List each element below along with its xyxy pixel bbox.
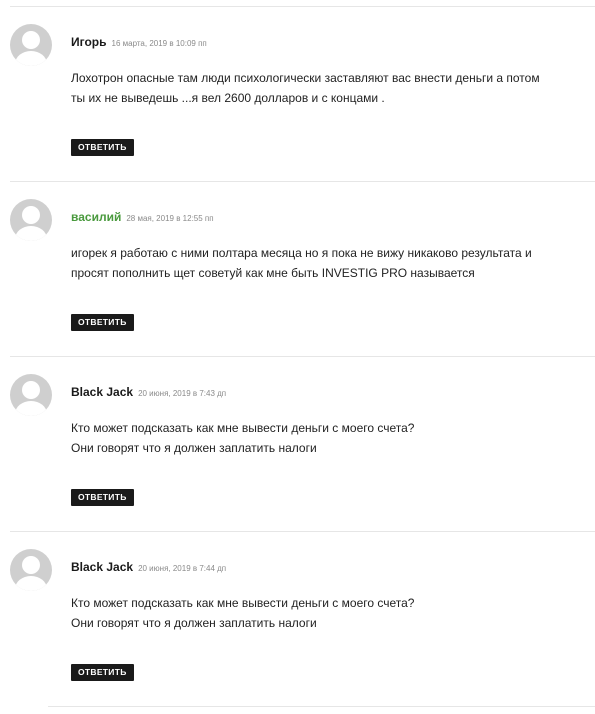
default-user-avatar-icon [15, 206, 47, 241]
comment-text-line: Кто может подсказать как мне вывести ден… [71, 421, 415, 435]
comment-date[interactable]: 28 мая, 2019 в 12:55 пп [126, 214, 213, 223]
comment-author: Игорь [71, 35, 107, 49]
comment-text-line: ты их не выведешь ...я вел 2600 долларов… [71, 91, 385, 105]
comment-divider [10, 181, 595, 182]
default-user-avatar-icon [15, 31, 47, 66]
avatar [10, 549, 52, 591]
comment-date[interactable]: 20 июня, 2019 в 7:43 дп [138, 389, 226, 398]
comment-date[interactable]: 16 марта, 2019 в 10:09 пп [112, 39, 207, 48]
comment-text-line: просят пополнить щет советуй как мне быт… [71, 266, 475, 280]
comment-text: Кто может подсказать как мне вывести ден… [71, 593, 581, 633]
comment-author: Black Jack [71, 385, 134, 399]
comment-item: Black Jack 20 июня, 2019 в 7:43 дп Кто мо… [0, 356, 595, 531]
comment-meta: василий 28 мая, 2019 в 12:55 пп [71, 208, 214, 226]
comment-text: Кто может подсказать как мне вывести ден… [71, 418, 581, 458]
avatar [10, 24, 52, 66]
comment-item: василий 28 мая, 2019 в 12:55 пп игорек я … [0, 181, 595, 356]
comment-item: Black Jack 20 июня, 2019 в 7:44 дп Кто мо… [0, 531, 595, 706]
comment-text: игорек я работаю с ними полтара месяца н… [71, 243, 581, 283]
comment-author-link[interactable]: василий [71, 210, 121, 224]
avatar [10, 374, 52, 416]
comment-text-line: Они говорят что я должен заплатить налог… [71, 441, 317, 455]
default-user-avatar-icon [15, 381, 47, 416]
comment-meta: Black Jack 20 июня, 2019 в 7:44 дп [71, 558, 226, 576]
comment-text-line: Лохотрон опасные там люди психологически… [71, 71, 540, 85]
reply-button[interactable]: ОТВЕТИТЬ [71, 664, 134, 681]
comment-meta: Black Jack 20 июня, 2019 в 7:43 дп [71, 383, 226, 401]
comment-divider [48, 706, 595, 707]
comment-divider [10, 531, 595, 532]
comment-text-line: Они говорят что я должен заплатить налог… [71, 616, 317, 630]
comment-author: Black Jack [71, 560, 134, 574]
comment-text-line: Кто может подсказать как мне вывести ден… [71, 596, 415, 610]
comment-text: Лохотрон опасные там люди психологически… [71, 68, 581, 108]
comment-meta: Игорь 16 марта, 2019 в 10:09 пп [71, 33, 207, 51]
comment-date[interactable]: 20 июня, 2019 в 7:44 дп [138, 564, 226, 573]
comment-divider [10, 356, 595, 357]
comment-text-line: игорек я работаю с ними полтара месяца н… [71, 246, 532, 260]
comment-item: Игорь 16 марта, 2019 в 10:09 пп Лохотрон … [0, 6, 595, 181]
comment-divider [10, 6, 595, 7]
reply-button[interactable]: ОТВЕТИТЬ [71, 489, 134, 506]
avatar [10, 199, 52, 241]
reply-button[interactable]: ОТВЕТИТЬ [71, 314, 134, 331]
reply-button[interactable]: ОТВЕТИТЬ [71, 139, 134, 156]
default-user-avatar-icon [15, 556, 47, 591]
